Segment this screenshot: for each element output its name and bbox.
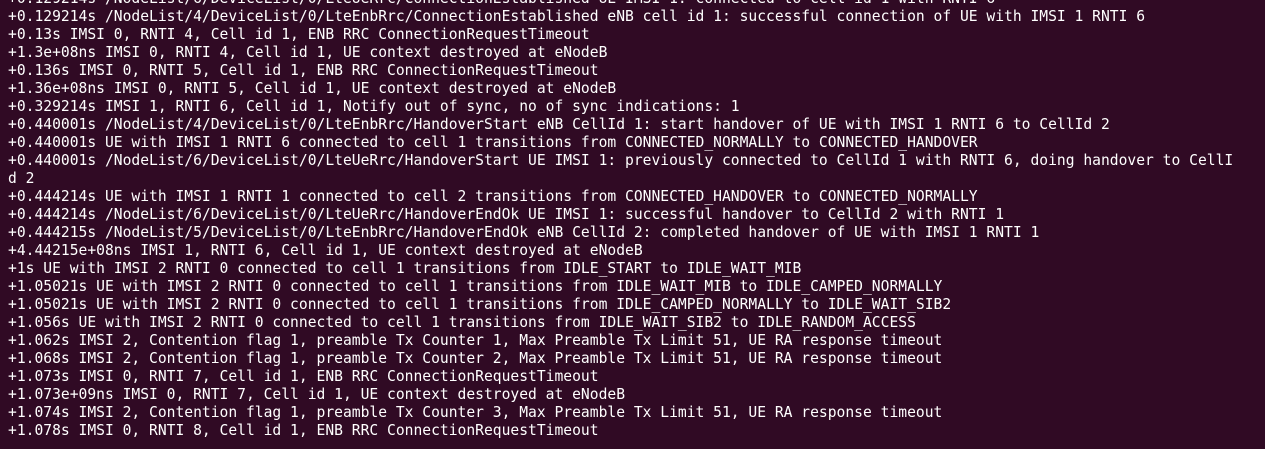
log-line: +0.129214s /NodeList/4/DeviceList/0/LteE… (8, 8, 1146, 25)
log-line: +0.444215s /NodeList/5/DeviceList/0/LteE… (8, 224, 1040, 241)
terminal-output[interactable]: +0.129214s /NodeList/6/DeviceList/0/LteU… (0, 0, 1265, 449)
terminal-lines: +0.129214s /NodeList/6/DeviceList/0/LteU… (8, 0, 1265, 440)
log-line: +1.05021s UE with IMSI 2 RNTI 0 connecte… (8, 296, 952, 313)
log-line: +0.136s IMSI 0, RNTI 5, Cell id 1, ENB R… (8, 62, 599, 79)
log-line: +0.329214s IMSI 1, RNTI 6, Cell id 1, No… (8, 98, 740, 115)
log-line: +0.440001s UE with IMSI 1 RNTI 6 connect… (8, 134, 978, 151)
log-line: +1.073e+09ns IMSI 0, RNTI 7, Cell id 1, … (8, 386, 626, 403)
log-line: +1s UE with IMSI 2 RNTI 0 connected to c… (8, 260, 802, 277)
log-line: +1.36e+08ns IMSI 0, RNTI 5, Cell id 1, U… (8, 80, 617, 97)
log-line: +1.3e+08ns IMSI 0, RNTI 4, Cell id 1, UE… (8, 44, 608, 61)
log-line: +0.129214s /NodeList/6/DeviceList/0/LteU… (8, 0, 1265, 8)
log-line: +1.068s IMSI 2, Contention flag 1, pream… (8, 350, 943, 367)
log-line: +1.074s IMSI 2, Contention flag 1, pream… (8, 404, 943, 421)
log-line: +1.05021s UE with IMSI 2 RNTI 0 connecte… (8, 278, 943, 295)
log-line: +1.062s IMSI 2, Contention flag 1, pream… (8, 332, 943, 349)
log-line: +0.13s IMSI 0, RNTI 4, Cell id 1, ENB RR… (8, 26, 590, 43)
log-line: +0.444214s /NodeList/6/DeviceList/0/LteU… (8, 206, 1005, 223)
log-line: +0.444214s UE with IMSI 1 RNTI 1 connect… (8, 188, 978, 205)
log-line-wrap: d 2 (8, 170, 35, 187)
log-line: +0.440001s /NodeList/4/DeviceList/0/LteE… (8, 116, 1110, 133)
log-line: +1.056s UE with IMSI 2 RNTI 0 connected … (8, 314, 916, 331)
log-line: +1.078s IMSI 0, RNTI 8, Cell id 1, ENB R… (8, 422, 599, 439)
log-line: +1.073s IMSI 0, RNTI 7, Cell id 1, ENB R… (8, 368, 599, 385)
log-line: +4.44215e+08ns IMSI 1, RNTI 6, Cell id 1… (8, 242, 643, 259)
log-line: +0.440001s /NodeList/6/DeviceList/0/LteU… (8, 152, 1234, 169)
